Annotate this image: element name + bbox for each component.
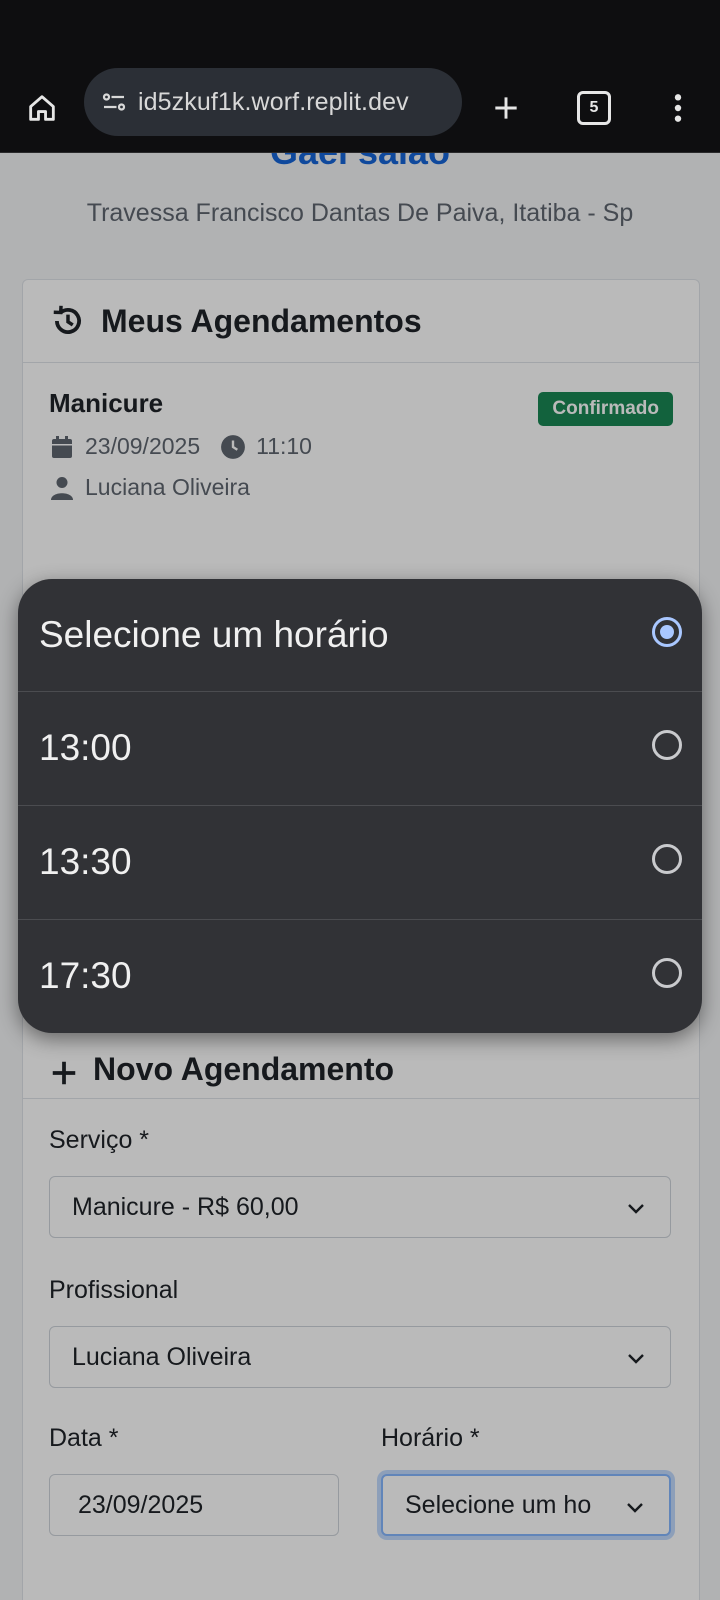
time-option-1300[interactable]: 13:00 <box>18 692 702 804</box>
tab-switcher-button[interactable]: 5 <box>570 84 618 132</box>
tab-count: 5 <box>577 91 611 125</box>
time-picker-dialog: Selecione um horário 13:00 13:30 17:30 <box>18 579 702 1033</box>
time-option-label: 17:30 <box>39 955 132 996</box>
radio-selected-icon[interactable] <box>652 617 682 647</box>
plus-icon <box>495 97 517 119</box>
time-option-1330[interactable]: 13:30 <box>18 806 702 918</box>
time-option-1730[interactable]: 17:30 <box>18 920 702 1032</box>
home-icon <box>29 95 55 121</box>
home-button[interactable] <box>18 84 66 132</box>
more-vert-icon <box>674 94 682 122</box>
site-settings-icon[interactable] <box>96 84 132 120</box>
radio-unselected-icon[interactable] <box>652 730 682 760</box>
time-option-placeholder[interactable]: Selecione um horário <box>18 579 702 691</box>
status-bar <box>0 0 720 62</box>
radio-unselected-icon[interactable] <box>652 844 682 874</box>
new-tab-button[interactable] <box>482 84 530 132</box>
browser-menu-button[interactable] <box>658 84 698 132</box>
time-option-label: 13:30 <box>39 841 132 882</box>
url-text[interactable]: id5zkuf1k.worf.replit.dev <box>138 88 409 117</box>
radio-unselected-icon[interactable] <box>652 958 682 988</box>
time-option-label: 13:00 <box>39 727 132 768</box>
time-option-label: Selecione um horário <box>39 614 389 655</box>
url-bar[interactable]: id5zkuf1k.worf.replit.dev <box>84 68 462 136</box>
browser-toolbar: id5zkuf1k.worf.replit.dev 5 <box>0 62 720 153</box>
